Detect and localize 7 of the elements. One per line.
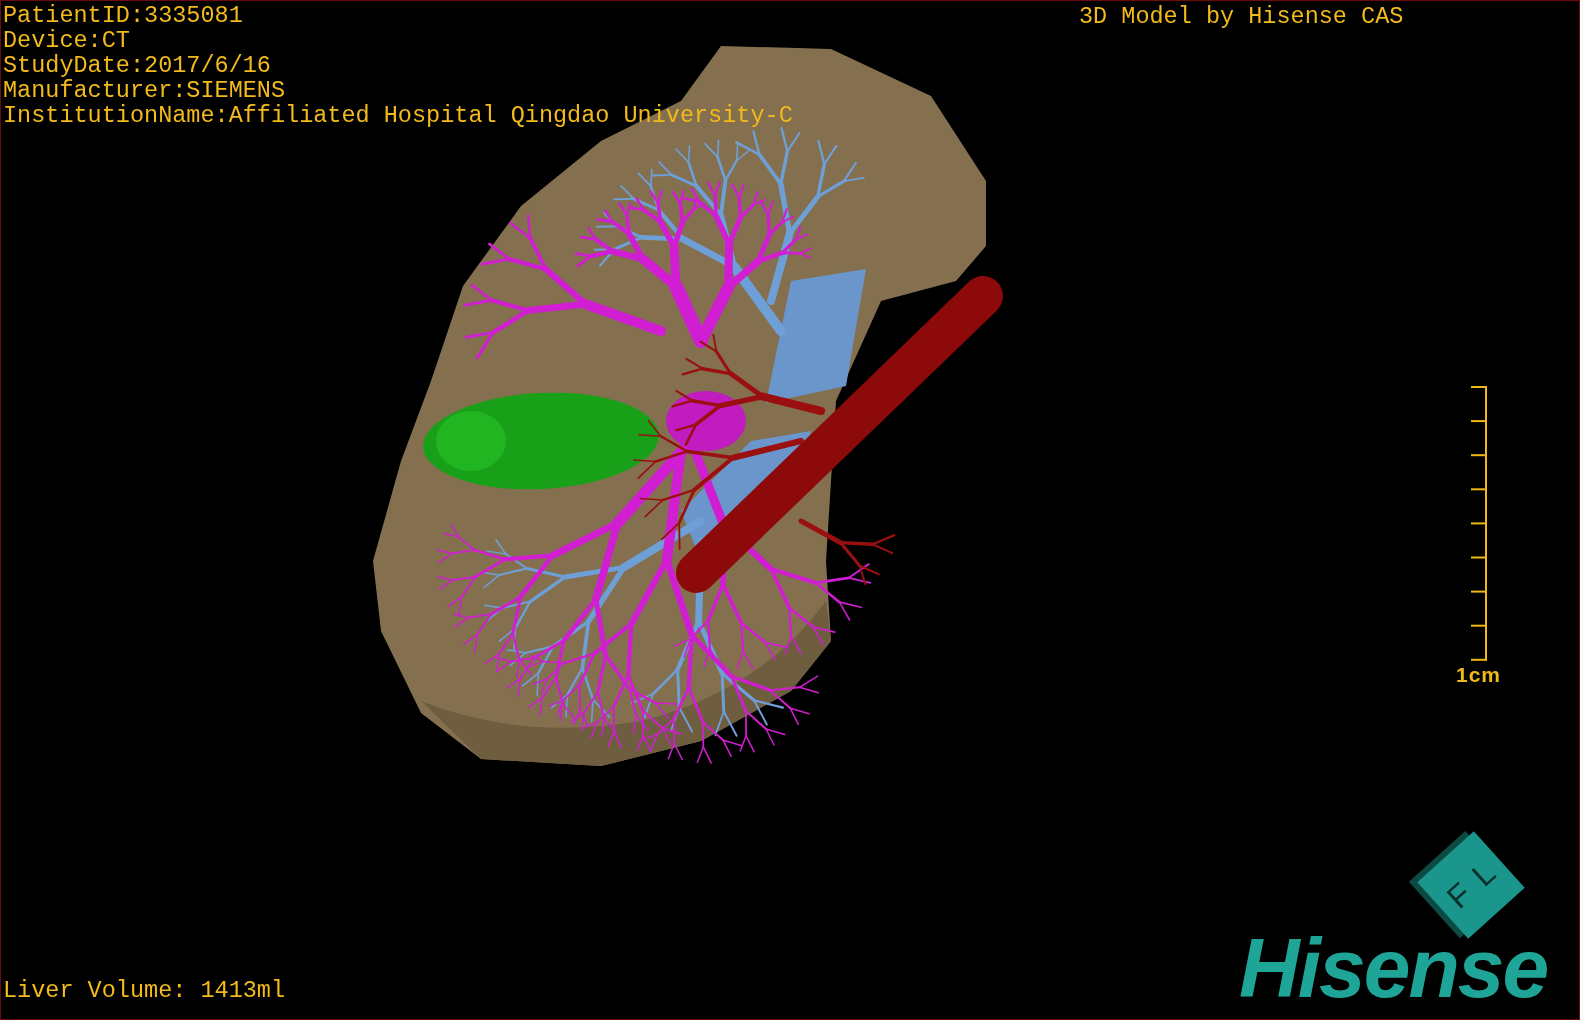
scale-label: 1cm [1455,663,1501,687]
patient-info-line: StudyDate:2017/6/16 [3,53,272,78]
model-title: 3D Model by Hisense CAS [1079,4,1404,29]
patient-info-line: Device:CT [3,28,131,53]
patient-info-line: Manufacturer:SIEMENS [3,78,287,103]
patient-info-line: PatientID:3335081 [3,3,244,28]
liver-volume-label: Liver Volume: 1413ml [3,978,286,1003]
